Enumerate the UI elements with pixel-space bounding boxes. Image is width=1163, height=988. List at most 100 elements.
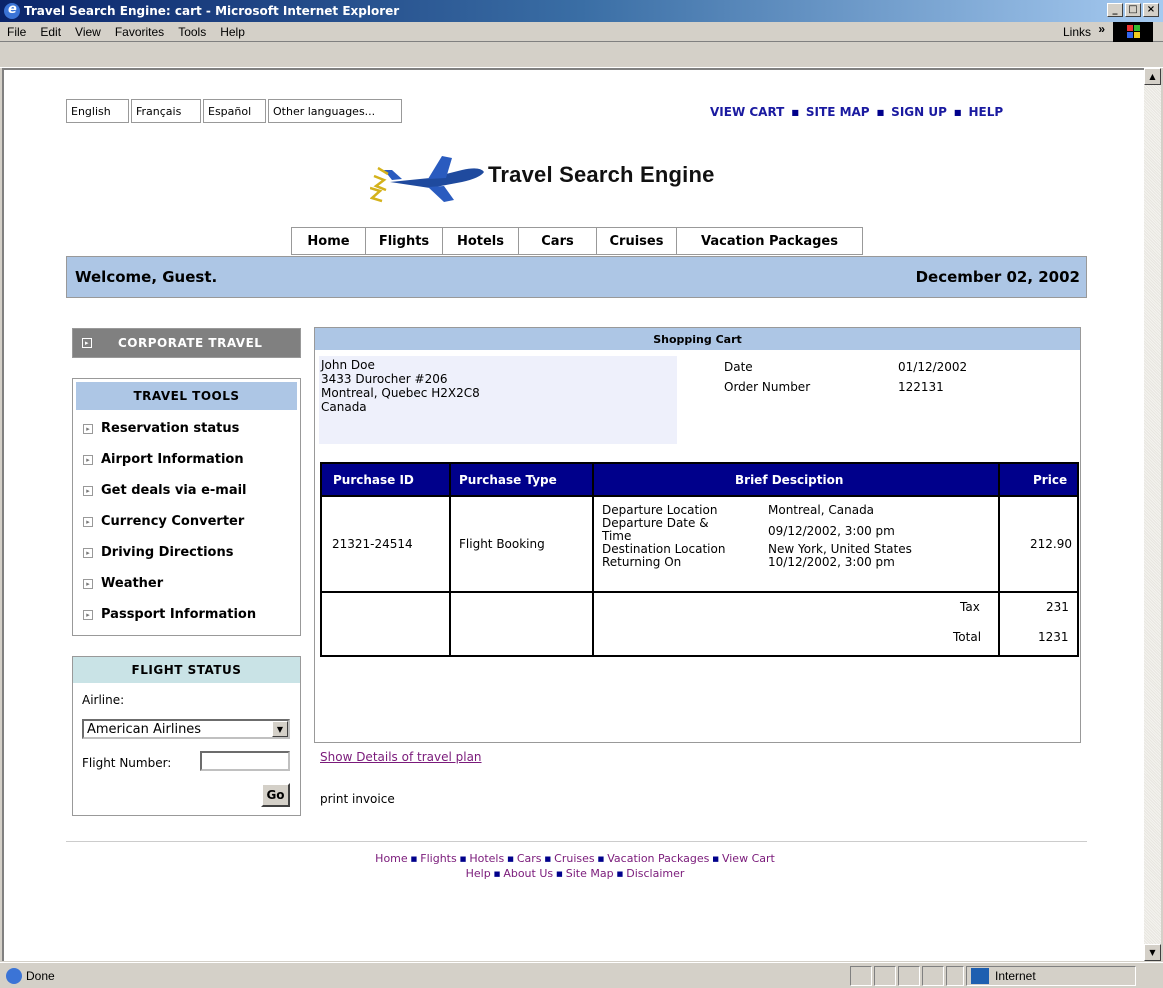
status-pane: [874, 966, 896, 986]
scroll-up-button[interactable]: ▲: [1144, 68, 1161, 85]
menu-tools[interactable]: Tools: [171, 25, 213, 39]
tool-label: Weather: [101, 576, 164, 591]
tool-currency-converter[interactable]: ▸ Currency Converter: [73, 506, 300, 537]
tool-reservation-status[interactable]: ▸ Reservation status: [73, 413, 300, 444]
address-line: 3433 Durocher #206: [321, 372, 448, 386]
footer-links-primary: Home ■ Flights ■ Hotels ■ Cars ■ Cruises ■ Vacatio…: [375, 852, 775, 865]
shopping-cart: Shopping Cart John Doe 3433 Durocher #20…: [314, 327, 1081, 806]
footer-vacation-packages-link[interactable]: Vacation Packages: [607, 852, 709, 865]
menu-edit[interactable]: Edit: [33, 25, 68, 39]
tool-label: Airport Information: [101, 452, 244, 467]
zone-label: Internet: [995, 969, 1036, 983]
site-map-link[interactable]: SITE MAP: [806, 105, 870, 119]
tab-cars[interactable]: Cars: [519, 228, 597, 255]
status-bar: Done Internet: [0, 962, 1163, 988]
tool-label: Reservation status: [101, 421, 240, 436]
footer-flights-link[interactable]: Flights: [420, 852, 456, 865]
tool-airport-information[interactable]: ▸ Airport Information: [73, 444, 300, 475]
tab-vacation-packages[interactable]: Vacation Packages: [677, 228, 863, 255]
travel-tools-box: TRAVEL TOOLS ▸ Reservation status ▸ Airpor…: [72, 378, 301, 636]
menu-view[interactable]: View: [68, 25, 108, 39]
arrow-icon: ▸: [83, 423, 93, 434]
lang-other[interactable]: Other languages...: [268, 99, 402, 123]
desc-value: 09/12/2002, 3:00 pm: [768, 524, 895, 538]
price-value: 212.90: [1030, 537, 1072, 551]
footer-about-link[interactable]: About Us: [503, 867, 553, 880]
menu-favorites[interactable]: Favorites: [108, 25, 171, 39]
page-done-icon: [6, 967, 22, 984]
tool-label: Driving Directions: [101, 545, 234, 560]
help-link[interactable]: HELP: [968, 105, 1003, 119]
footer-cruises-link[interactable]: Cruises: [554, 852, 594, 865]
airplane-logo-icon: [370, 156, 484, 203]
tab-home[interactable]: Home: [292, 228, 366, 255]
tab-hotels[interactable]: Hotels: [443, 228, 519, 255]
links-chevron-icon[interactable]: »: [1098, 22, 1105, 36]
airline-select[interactable]: American Airlines ▼: [82, 719, 290, 739]
site-title: Travel Search Engine: [488, 162, 715, 187]
vertical-scrollbar[interactable]: ▲ ▼: [1144, 68, 1161, 961]
column-divider: [998, 464, 1000, 655]
column-divider: [592, 464, 594, 655]
browser-viewport: English Français Español Other languages…: [2, 68, 1144, 961]
status-pane: [898, 966, 920, 986]
arrow-icon: ▸: [83, 578, 93, 589]
lang-english[interactable]: English: [66, 99, 129, 123]
tool-passport-information[interactable]: ▸ Passport Information: [73, 599, 300, 630]
sign-up-link[interactable]: SIGN UP: [891, 105, 947, 119]
lang-espanol[interactable]: Español: [203, 99, 266, 123]
footer-view-cart-link[interactable]: View Cart: [722, 852, 775, 865]
print-invoice[interactable]: print invoice: [320, 792, 395, 806]
footer-cars-link[interactable]: Cars: [517, 852, 542, 865]
order-number-value: 122131: [898, 380, 944, 394]
footer-help-link[interactable]: Help: [466, 867, 491, 880]
status-pane: [850, 966, 872, 986]
tab-flights[interactable]: Flights: [366, 228, 443, 255]
tool-weather[interactable]: ▸ Weather: [73, 568, 300, 599]
total-value: 1231: [1038, 630, 1069, 644]
footer-site-map-link[interactable]: Site Map: [566, 867, 614, 880]
status-pane: [946, 966, 964, 986]
tab-cruises[interactable]: Cruises: [597, 228, 677, 255]
column-header: Price: [1033, 473, 1068, 487]
table-header-row: [322, 464, 1077, 495]
tool-driving-directions[interactable]: ▸ Driving Directions: [73, 537, 300, 568]
tool-label: Passport Information: [101, 607, 257, 622]
footer-hotels-link[interactable]: Hotels: [469, 852, 504, 865]
maximize-button[interactable]: □: [1125, 3, 1141, 17]
view-cart-link[interactable]: VIEW CART: [710, 105, 784, 119]
menu-help[interactable]: Help: [213, 25, 252, 39]
cart-heading: Shopping Cart: [315, 328, 1080, 350]
internet-zone-icon: [971, 968, 989, 984]
order-date-label: Date: [724, 360, 753, 374]
minimize-button[interactable]: _: [1107, 3, 1123, 17]
chevron-down-icon[interactable]: ▼: [272, 721, 288, 737]
menu-file[interactable]: File: [0, 25, 33, 39]
airline-label: Airline:: [82, 693, 125, 707]
flight-number-input[interactable]: [200, 751, 290, 771]
footer-home-link[interactable]: Home: [375, 852, 407, 865]
arrow-icon: ▸: [83, 609, 93, 620]
welcome-bar: Welcome, Guest. December 02, 2002: [66, 256, 1087, 298]
desc-value: 10/12/2002, 3:00 pm: [768, 555, 895, 569]
security-zone: Internet: [966, 966, 1136, 986]
total-label: Total: [953, 630, 982, 644]
order-date-value: 01/12/2002: [898, 360, 968, 374]
billing-address: John Doe 3433 Durocher #206 Montreal, Qu…: [319, 356, 677, 444]
footer-links-secondary: Help ■ About Us ■ Site Map ■ Disclaimer: [465, 867, 685, 880]
flight-status-heading: FLIGHT STATUS: [73, 657, 300, 683]
footer-disclaimer-link[interactable]: Disclaimer: [626, 867, 684, 880]
tool-deals-email[interactable]: ▸ Get deals via e-mail: [73, 475, 300, 506]
row-divider: [322, 591, 1077, 593]
corporate-travel-link[interactable]: CORPORATE TRAVEL: [118, 336, 262, 350]
desc-label: Returning On: [602, 555, 682, 569]
scroll-down-button[interactable]: ▼: [1144, 944, 1161, 961]
close-button[interactable]: ×: [1143, 3, 1159, 17]
main-nav: Home Flights Hotels Cars Cruises Vacatio…: [291, 227, 863, 255]
address-line: Canada: [321, 400, 367, 414]
go-button[interactable]: Go: [261, 783, 290, 807]
show-travel-plan-link[interactable]: Show Details of travel plan: [320, 750, 482, 764]
links-menu[interactable]: Links: [1063, 25, 1091, 39]
tax-value: 231: [1046, 600, 1069, 614]
lang-francais[interactable]: Français: [131, 99, 201, 123]
